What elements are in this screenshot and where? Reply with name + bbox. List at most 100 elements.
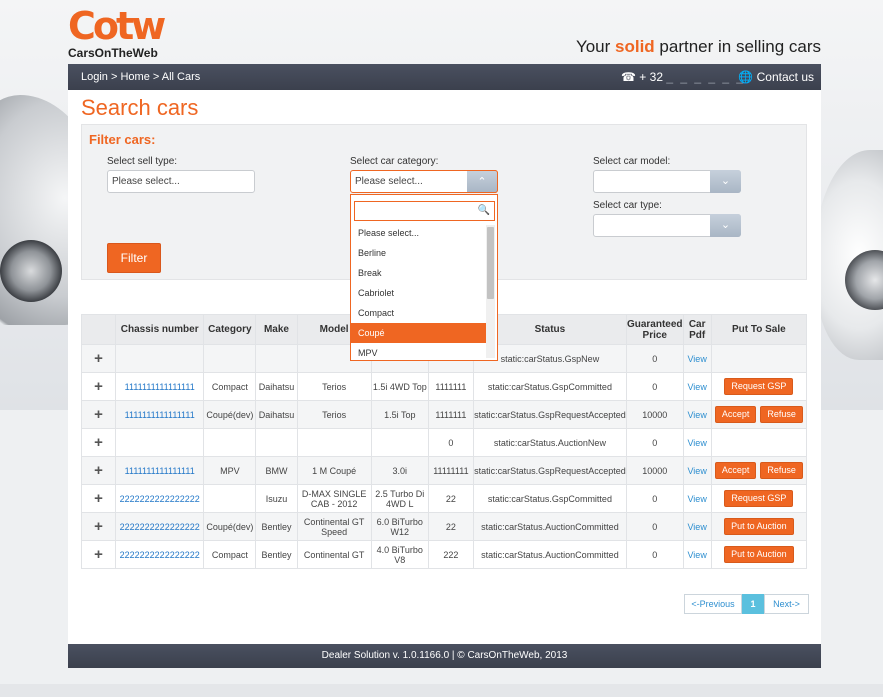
dropdown-option[interactable]: Coupé <box>351 323 487 343</box>
chevron-up-icon[interactable]: ⌃ <box>467 170 498 193</box>
table-row[interactable]: +1111111111111111 MPV BMW 1 M Coupé 3.0i 1111… <box>80 456 808 485</box>
chassis-cell[interactable]: 1111111111111111 <box>115 400 205 429</box>
car-model-select[interactable]: ⌄ <box>593 170 741 193</box>
chassis-cell[interactable]: 1111111111111111 <box>115 456 205 485</box>
background-car-left-wheel <box>0 240 62 302</box>
engine-cell <box>370 428 429 457</box>
contact-us-label: Contact us <box>756 70 814 84</box>
plus-icon[interactable]: + <box>80 428 117 457</box>
chassis-cell[interactable] <box>115 344 205 373</box>
car-category-select[interactable]: Please select... ⌃ <box>350 170 498 193</box>
breadcrumb-home[interactable]: Home <box>120 71 149 83</box>
dropdown-option[interactable]: MPV <box>351 343 487 363</box>
col-chassis[interactable]: Chassis number <box>115 314 205 345</box>
pager-next[interactable]: Next-> <box>764 594 809 614</box>
model-cell: Continental GT Speed <box>296 512 372 541</box>
phone-number: ☎ + 32 _ _ _ _ _ _ <box>621 70 745 84</box>
put-to-sale-cell: Request GSP <box>710 372 808 401</box>
status-cell: static:carStatus.AuctionCommitted <box>472 512 627 541</box>
chassis-cell[interactable]: 2222222222222222 <box>115 512 205 541</box>
engine-cell: 6.0 BiTurbo W12 <box>370 512 429 541</box>
dropdown-search-input[interactable]: 🔍 <box>354 201 495 221</box>
dropdown-option[interactable]: Please select... <box>351 223 487 243</box>
table-row[interactable]: +2222222222222222 Coupé(dev) Bentley Contin… <box>80 512 808 541</box>
price-cell: 0 <box>625 344 684 373</box>
view-pdf-link[interactable]: View <box>687 494 706 504</box>
status-cell: static:carStatus.GspCommitted <box>472 372 627 401</box>
refuse-button[interactable]: Refuse <box>760 406 803 423</box>
model-cell: Continental GT <box>296 540 372 569</box>
chevron-down-icon[interactable]: ⌄ <box>710 170 741 193</box>
category-dropdown: 🔍 Please select... Berline Break Cabriolet C… <box>350 194 498 361</box>
table-row[interactable]: +1111111111111111 Coupé(dev) Daihatsu Terio… <box>80 400 808 429</box>
make-cell: Isuzu <box>255 484 298 513</box>
view-pdf-link[interactable]: View <box>687 410 706 420</box>
table-row[interactable]: +2222222222222222 Isuzu D-MAX SINGLE CAB -… <box>80 484 808 513</box>
pager-previous[interactable]: <-Previous <box>684 594 742 614</box>
dropdown-scrollbar[interactable] <box>486 225 495 358</box>
plus-icon[interactable]: + <box>80 400 117 429</box>
view-pdf-link[interactable]: View <box>687 438 706 448</box>
model-cell: D-MAX SINGLE CAB - 2012 <box>296 484 372 513</box>
breadcrumb-all-cars: All Cars <box>161 71 201 83</box>
dropdown-option[interactable]: Berline <box>351 243 487 263</box>
footer: Dealer Solution v. 1.0.1166.0 | © CarsOn… <box>68 644 821 668</box>
tagline-pre: Your <box>575 37 616 56</box>
contact-us-link[interactable]: 🌐 Contact us <box>738 70 814 84</box>
table-row[interactable]: +2222222222222222 Compact Bentley Continent… <box>80 540 808 569</box>
plus-icon[interactable]: + <box>80 344 117 373</box>
request-gsp-button[interactable]: Request GSP <box>724 378 794 395</box>
plus-icon[interactable]: + <box>80 540 117 569</box>
dropdown-option[interactable]: Compact <box>351 303 487 323</box>
scrollbar-thumb[interactable] <box>487 227 494 299</box>
make-cell: Daihatsu <box>255 400 298 429</box>
col-category[interactable]: Category <box>203 314 257 345</box>
chevron-down-icon[interactable]: ⌄ <box>710 214 741 237</box>
car-type-select[interactable]: ⌄ <box>593 214 741 237</box>
plus-icon[interactable]: + <box>80 456 117 485</box>
accept-button[interactable]: Accept <box>714 406 757 423</box>
plus-icon[interactable]: + <box>80 484 117 513</box>
view-pdf-link[interactable]: View <box>687 550 706 560</box>
car-pdf-cell: View <box>682 344 712 373</box>
category-cell <box>203 428 257 457</box>
sell-type-input[interactable]: Please select... <box>107 170 255 193</box>
view-pdf-link[interactable]: View <box>687 522 706 532</box>
chassis-cell[interactable] <box>115 428 205 457</box>
accept-button[interactable]: Accept <box>714 462 757 479</box>
col-make[interactable]: Make <box>255 314 298 345</box>
engine-cell: 1.5i 4WD Top <box>370 372 429 401</box>
plus-icon[interactable]: + <box>80 512 117 541</box>
chassis-cell[interactable]: 2222222222222222 <box>115 540 205 569</box>
category-cell: Compact <box>203 540 257 569</box>
breadcrumb-login[interactable]: Login <box>81 71 108 83</box>
request-gsp-button[interactable]: Request GSP <box>724 490 794 507</box>
sell-type-label: Select sell type: <box>107 156 178 167</box>
chassis-cell[interactable]: 2222222222222222 <box>115 484 205 513</box>
table-row[interactable]: +1111111111111111 Compact Daihatsu Terios 1.… <box>80 372 808 401</box>
logo[interactable]: Cotw CarsOnTheWeb <box>68 7 168 60</box>
view-pdf-link[interactable]: View <box>687 382 706 392</box>
view-pdf-link[interactable]: View <box>687 354 706 364</box>
dropdown-option[interactable]: Break <box>351 263 487 283</box>
put-to-auction-button[interactable]: Put to Auction <box>724 518 794 535</box>
car-type-label: Select car type: <box>593 200 662 211</box>
refuse-button[interactable]: Refuse <box>760 462 803 479</box>
plus-icon[interactable]: + <box>80 372 117 401</box>
filter-button[interactable]: Filter <box>107 243 161 273</box>
car-pdf-cell: View <box>682 428 712 457</box>
price-cell: 0 <box>625 372 684 401</box>
pager-current-page[interactable]: 1 <box>742 594 764 614</box>
view-pdf-link[interactable]: View <box>687 466 706 476</box>
col-put-to-sale: Put To Sale <box>710 314 808 345</box>
table-row[interactable]: +0 static:carStatus.AuctionNew 0 View <box>80 428 808 457</box>
km-cell: 22 <box>427 512 474 541</box>
category-cell <box>203 344 257 373</box>
dropdown-option[interactable]: Cabriolet <box>351 283 487 303</box>
search-icon: 🔍 <box>477 205 490 216</box>
make-cell <box>255 344 298 373</box>
put-to-auction-button[interactable]: Put to Auction <box>724 546 794 563</box>
col-guaranteed-price[interactable]: Guaranteed Price <box>625 314 684 345</box>
chassis-cell[interactable]: 1111111111111111 <box>115 372 205 401</box>
put-to-sale-cell: Accept Refuse <box>710 400 808 429</box>
